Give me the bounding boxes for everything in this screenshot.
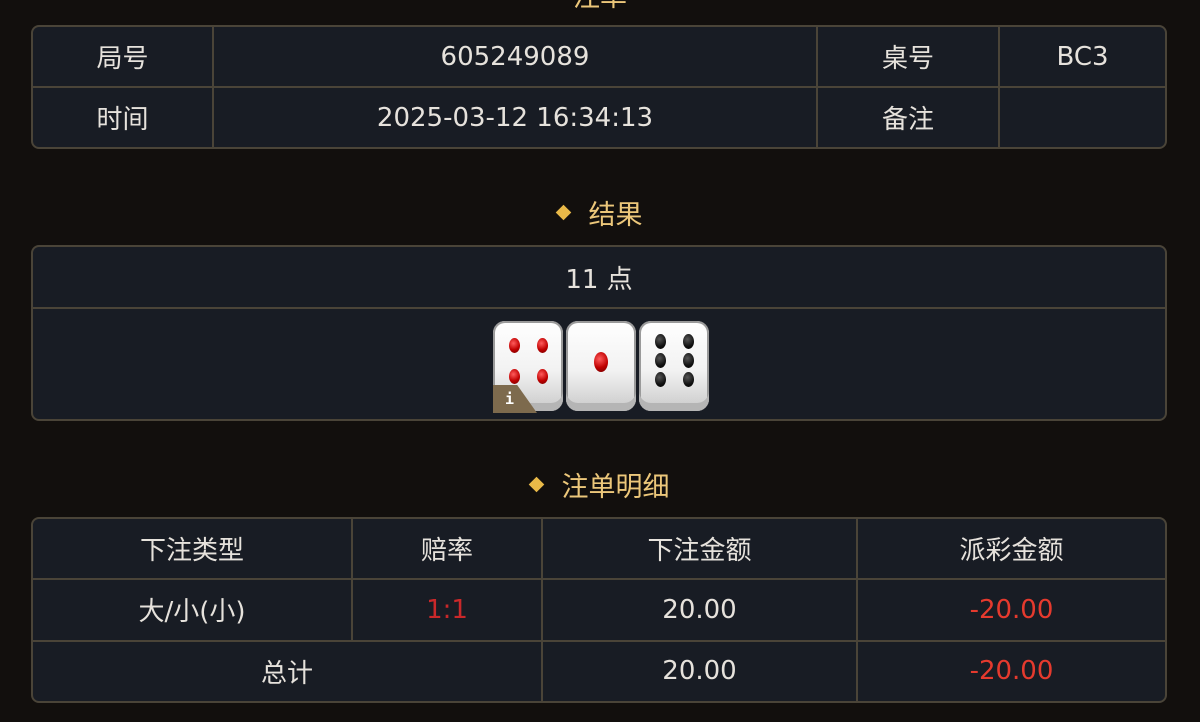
die-pip bbox=[682, 352, 694, 368]
header-bet-amount: 下注金额 bbox=[541, 519, 858, 581]
total-payout: -20.00 bbox=[856, 639, 1165, 701]
header-odds: 赔率 bbox=[351, 519, 543, 581]
die-pip bbox=[508, 369, 520, 385]
diamond-icon bbox=[528, 476, 544, 492]
total-label: 总计 bbox=[33, 639, 543, 701]
die-pip bbox=[654, 352, 666, 368]
details-section-title: 注单明细 bbox=[0, 464, 1200, 504]
total-row: 总计 20.00 -20.00 bbox=[33, 639, 1165, 701]
header-payout: 派彩金额 bbox=[856, 519, 1165, 581]
dice-row: i bbox=[33, 309, 1165, 419]
remark-label: 备注 bbox=[816, 86, 1000, 147]
die-face-4: i bbox=[493, 321, 563, 413]
result-panel: 11 点 i bbox=[31, 245, 1167, 421]
payout-cell: -20.00 bbox=[856, 578, 1165, 642]
die-pip bbox=[508, 338, 520, 354]
order-info-row: 局号 605249089 桌号 BC3 bbox=[33, 27, 1165, 88]
die-pip bbox=[536, 338, 548, 354]
total-bet-amount: 20.00 bbox=[541, 639, 858, 701]
table-value: BC3 bbox=[998, 27, 1165, 88]
result-title-text: 结果 bbox=[588, 199, 643, 231]
bet-details-panel: 下注类型 赔率 下注金额 派彩金额 大/小(小) 1:1 20.00 -20.0… bbox=[31, 517, 1167, 703]
order-title: 注单 bbox=[0, 0, 1200, 14]
info-icon[interactable]: i bbox=[493, 385, 537, 413]
details-title-text: 注单明细 bbox=[561, 471, 670, 503]
die-pip bbox=[682, 334, 694, 349]
die-face-1 bbox=[566, 321, 636, 411]
dice-group: i bbox=[493, 321, 713, 413]
result-points: 11 点 bbox=[33, 247, 1165, 309]
order-title-text: 注单 bbox=[573, 0, 627, 14]
order-info-row: 时间 2025-03-12 16:34:13 备注 bbox=[33, 86, 1165, 147]
die-pip bbox=[682, 371, 694, 387]
remark-value bbox=[998, 86, 1165, 147]
result-points-text: 11 点 bbox=[565, 264, 633, 295]
diamond-icon bbox=[555, 204, 571, 220]
odds-cell: 1:1 bbox=[351, 578, 543, 642]
order-info-panel: 局号 605249089 桌号 BC3 时间 2025-03-12 16:34:… bbox=[31, 25, 1167, 149]
order-info-table: 局号 605249089 桌号 BC3 时间 2025-03-12 16:34:… bbox=[33, 27, 1165, 147]
time-label: 时间 bbox=[33, 86, 214, 147]
die-pip bbox=[594, 352, 608, 372]
die-pip bbox=[654, 334, 666, 349]
die-face-6 bbox=[639, 321, 709, 411]
header-bet-type: 下注类型 bbox=[33, 519, 353, 581]
die-pip bbox=[654, 371, 666, 387]
time-value: 2025-03-12 16:34:13 bbox=[212, 86, 818, 147]
die-pip bbox=[536, 369, 548, 385]
bet-details-table: 下注类型 赔率 下注金额 派彩金额 大/小(小) 1:1 20.00 -20.0… bbox=[33, 519, 1165, 701]
round-label: 局号 bbox=[33, 27, 214, 88]
bet-amount-cell: 20.00 bbox=[541, 578, 858, 642]
bet-type-cell: 大/小(小) bbox=[33, 578, 353, 642]
bet-details-header-row: 下注类型 赔率 下注金额 派彩金额 bbox=[33, 519, 1165, 581]
result-section-title: 结果 bbox=[0, 192, 1200, 232]
table-row: 大/小(小) 1:1 20.00 -20.00 bbox=[33, 578, 1165, 642]
round-value: 605249089 bbox=[212, 27, 818, 88]
table-label: 桌号 bbox=[816, 27, 1000, 88]
